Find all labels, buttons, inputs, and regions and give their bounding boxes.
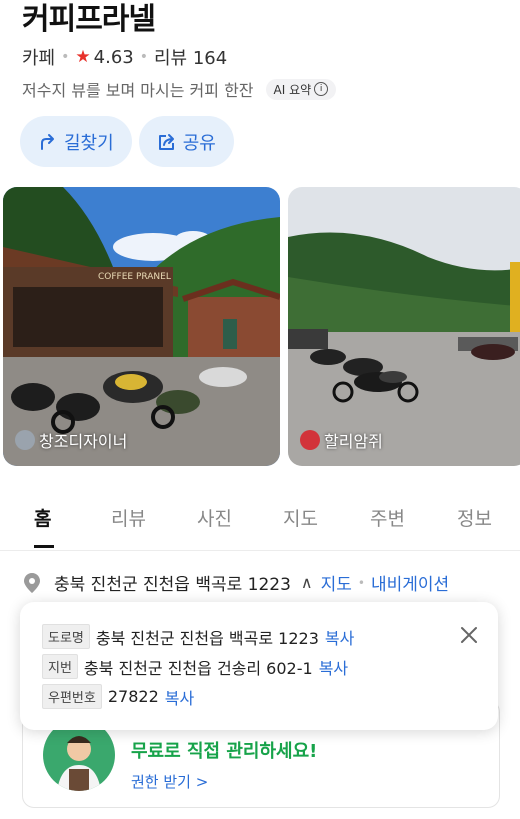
ai-summary-badge[interactable]: AI 요약 i xyxy=(265,78,337,100)
photo-credit: 창조디자이너 xyxy=(15,428,127,452)
ai-summary: 저수지 뷰를 보며 마시는 커피 한잔 AI 요약 i xyxy=(22,77,337,101)
tab-info[interactable]: 정보 xyxy=(457,504,492,531)
info-icon: i xyxy=(314,82,329,96)
address-row: 충북 진천군 진천읍 백곡로 1223 ∧ 지도 • 내비게이션 xyxy=(22,570,449,595)
address-text: 충북 진천군 진천읍 백곡로 1223 xyxy=(54,575,291,595)
copy-zip-code-button[interactable]: 복사 xyxy=(165,685,194,709)
location-pin-icon xyxy=(24,572,40,593)
tab-bar: 홈 리뷰 사진 지도 주변 정보 xyxy=(0,490,520,551)
star-icon: ★ xyxy=(75,47,91,67)
road-address-text: 충북 진천군 진천읍 백곡로 1223 xyxy=(95,628,319,648)
photo-credit: 할리암쥐 xyxy=(300,428,383,452)
review-count-link[interactable]: 리뷰 164 xyxy=(154,44,227,70)
road-address-tag: 도로명 xyxy=(42,624,90,649)
zip-code-text: 27822 xyxy=(107,687,159,706)
directions-icon xyxy=(41,133,54,150)
navigation-link[interactable]: 내비게이션 xyxy=(371,570,449,595)
copy-lot-address-button[interactable]: 복사 xyxy=(319,655,348,679)
share-button[interactable]: 공유 xyxy=(138,116,234,167)
tab-nearby[interactable]: 주변 xyxy=(370,504,405,531)
place-meta: 카페 • ★ 4.63 • 리뷰 164 xyxy=(22,44,227,70)
parking-lot-photo xyxy=(288,187,520,466)
photo-1[interactable]: COFFEE PRANEL 창조디자이너 xyxy=(3,187,280,466)
summary-text: 저수지 뷰를 보며 마시는 커피 한잔 xyxy=(22,81,254,100)
action-buttons: 길찾기 공유 xyxy=(20,116,234,167)
tab-map[interactable]: 지도 xyxy=(283,504,318,531)
tab-home[interactable]: 홈 xyxy=(34,504,51,531)
photo-2[interactable]: 할리암쥐 xyxy=(288,187,520,466)
close-icon[interactable] xyxy=(458,624,480,646)
directions-button[interactable]: 길찾기 xyxy=(20,116,132,167)
photo-carousel[interactable]: COFFEE PRANEL 창조디자이너 할리암쥐 xyxy=(3,187,520,467)
contributor-avatar xyxy=(15,430,35,450)
lot-address-tag: 지번 xyxy=(42,654,78,679)
rating-value: 4.63 xyxy=(93,46,134,68)
address-detail-popup: 도로명 충북 진천군 진천읍 백곡로 1223 복사 지번 충북 진천군 진천읍… xyxy=(20,602,498,730)
cafe-motorcycles-photo: COFFEE PRANEL xyxy=(3,187,280,466)
tab-photos[interactable]: 사진 xyxy=(197,504,232,531)
share-icon xyxy=(158,133,174,150)
chevron-up-icon[interactable]: ∧ xyxy=(301,573,313,592)
category-label: 카페 xyxy=(22,48,56,69)
tab-reviews[interactable]: 리뷰 xyxy=(111,504,146,531)
road-address-row: 도로명 충북 진천군 진천읍 백곡로 1223 복사 xyxy=(42,624,354,649)
zip-code-row: 우편번호 27822 복사 xyxy=(42,684,194,709)
get-permission-link[interactable]: 권한 받기 > xyxy=(131,771,208,792)
owner-claim-message: 무료로 직접 관리하세요! xyxy=(131,741,318,762)
lot-address-row: 지번 충북 진천군 진천읍 건송리 602-1 복사 xyxy=(42,654,348,679)
zip-code-tag: 우편번호 xyxy=(42,684,102,709)
cafe-sign: COFFEE PRANEL xyxy=(98,272,171,282)
copy-road-address-button[interactable]: 복사 xyxy=(325,625,354,649)
lot-address-text: 충북 진천군 진천읍 건송리 602-1 xyxy=(83,658,313,678)
map-link[interactable]: 지도 xyxy=(321,570,352,595)
contributor-avatar xyxy=(300,430,320,450)
place-title: 커피프라넬 xyxy=(22,2,156,37)
active-tab-indicator xyxy=(34,545,54,548)
